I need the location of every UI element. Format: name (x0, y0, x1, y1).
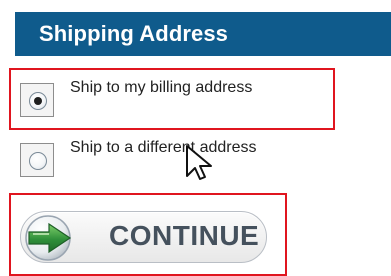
billing-radio-frame[interactable] (20, 83, 54, 117)
different-radio-frame[interactable] (20, 143, 54, 177)
shipping-option-different[interactable]: Ship to a different address (20, 135, 360, 179)
continue-label[interactable]: CONTINUE (109, 220, 259, 252)
different-radio-button[interactable] (29, 152, 47, 170)
billing-option-label[interactable]: Ship to my billing address (70, 79, 252, 97)
shipping-option-billing[interactable]: Ship to my billing address (20, 75, 360, 119)
different-option-label[interactable]: Ship to a different address (70, 139, 257, 157)
green-arrow-icon (21, 212, 81, 264)
billing-radio-button[interactable] (29, 92, 47, 110)
section-title: Shipping Address (39, 21, 229, 46)
continue-button[interactable]: CONTINUE (20, 211, 267, 263)
section-header: Shipping Address (15, 12, 391, 56)
